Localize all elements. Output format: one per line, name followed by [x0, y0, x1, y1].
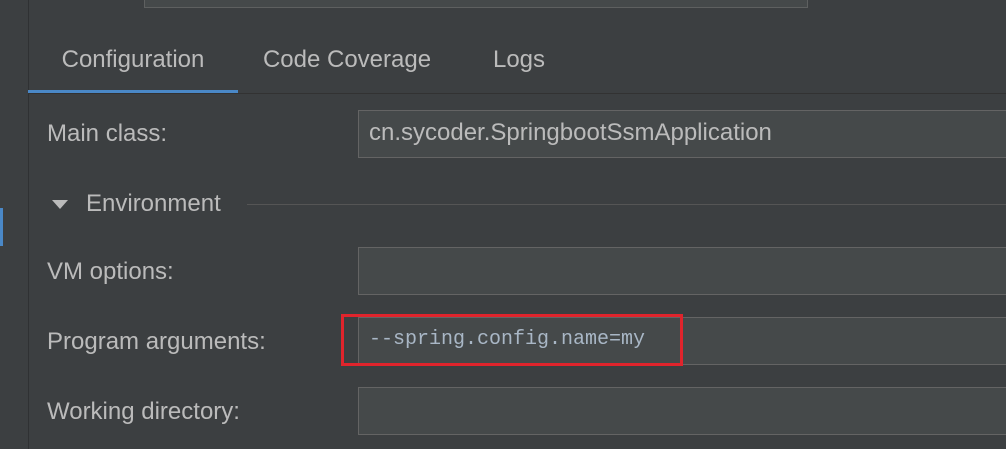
top-name-field[interactable] — [144, 0, 808, 8]
vm-options-label: VM options: — [47, 258, 174, 285]
left-sidebar-strip — [0, 0, 28, 449]
tab-bar: Configuration Code Coverage Logs — [28, 32, 1006, 94]
environment-section-divider — [247, 204, 1006, 205]
working-directory-label: Working directory: — [47, 398, 240, 425]
tab-code-coverage[interactable]: Code Coverage — [250, 32, 444, 94]
environment-section-toggle[interactable]: Environment — [52, 186, 221, 222]
tab-configuration[interactable]: Configuration — [28, 32, 238, 94]
tab-logs[interactable]: Logs — [474, 32, 564, 94]
vm-options-field[interactable] — [358, 247, 1006, 295]
main-class-field[interactable]: cn.sycoder.SpringbootSsmApplication — [358, 110, 1006, 158]
program-arguments-label: Program arguments: — [47, 328, 266, 355]
main-class-label: Main class: — [47, 120, 168, 147]
program-arguments-field[interactable]: --spring.config.name=my — [358, 317, 1006, 365]
left-selection-accent — [0, 208, 3, 246]
triangle-down-icon — [52, 199, 68, 209]
working-directory-field[interactable] — [358, 387, 1006, 435]
environment-section-title: Environment — [86, 190, 221, 217]
